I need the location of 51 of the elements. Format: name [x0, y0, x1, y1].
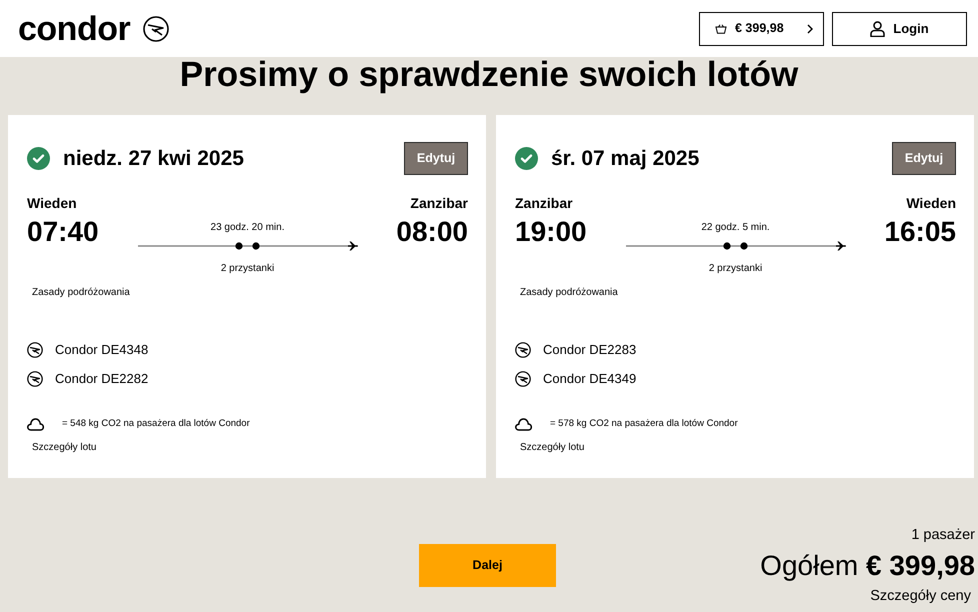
airline-logo-icon	[27, 342, 43, 358]
stop-dot-icon	[234, 242, 242, 250]
flight-date: niedz. 27 kwi 2025	[63, 148, 244, 169]
arrival-time: 08:00	[395, 217, 468, 247]
departure-time: 19:00	[515, 217, 588, 247]
edit-button[interactable]: Edytuj	[404, 142, 468, 175]
continue-button[interactable]: Dalej	[419, 544, 556, 587]
origin-city: Wieden	[27, 195, 78, 211]
stops-count: 2 przystanki	[708, 262, 764, 275]
stop-dot-icon	[252, 242, 260, 250]
login-button[interactable]: Login	[832, 12, 967, 46]
flight-details-link[interactable]: Szczegóły lotu	[32, 441, 96, 455]
stop-dot-icon	[722, 242, 730, 250]
cart-total: € 399,98	[735, 20, 785, 38]
cloud-icon	[27, 418, 44, 430]
basket-icon	[715, 24, 727, 34]
co2-emission-text: = 578 kg CO2 na pasażera dla lotów Condor	[550, 417, 738, 431]
travel-rules-link[interactable]: Zasady podróżowania	[32, 286, 130, 299]
flight-duration: 22 godz. 5 min.	[700, 221, 771, 234]
airline-logo-icon	[515, 342, 531, 358]
price-details-link[interactable]: Szczegóły ceny	[760, 587, 975, 605]
plane-icon	[348, 242, 358, 250]
flight-number: Condor DE4348	[54, 341, 148, 359]
plane-icon	[836, 242, 846, 250]
flight-number: Condor DE2283	[542, 341, 636, 359]
chevron-right-icon	[807, 24, 813, 34]
stop-dot-icon	[740, 242, 748, 250]
airline-logo-icon	[27, 371, 43, 387]
flight-number: Condor DE2282	[54, 370, 148, 388]
total-price: Ogółem € 399,98	[760, 549, 975, 583]
cloud-icon	[515, 418, 532, 430]
destination-city: Zanzibar	[409, 195, 468, 211]
flight-duration: 23 godz. 20 min.	[210, 221, 286, 234]
edit-button[interactable]: Edytuj	[892, 142, 956, 175]
logo-wordmark: condor	[18, 12, 130, 46]
origin-city: Zanzibar	[515, 195, 574, 211]
flight-number: Condor DE4349	[542, 370, 636, 388]
arrival-time: 16:05	[883, 217, 956, 247]
logo-icon	[143, 16, 170, 42]
flight-details-link[interactable]: Szczegóły lotu	[520, 441, 584, 455]
airline-logo-icon	[515, 371, 531, 387]
destination-city: Wieden	[905, 195, 956, 211]
passenger-count: 1 pasażer	[910, 526, 975, 544]
co2-emission-text: = 548 kg CO2 na pasażera dla lotów Condor	[62, 417, 250, 431]
page-title: Prosimy o sprawdzenie swoich lotów	[178, 57, 800, 93]
cart-button[interactable]: € 399,98	[699, 12, 824, 46]
stops-count: 2 przystanki	[220, 262, 276, 275]
departure-time: 07:40	[27, 217, 100, 247]
flight-date: śr. 07 maj 2025	[551, 148, 700, 169]
travel-rules-link[interactable]: Zasady podróżowania	[520, 286, 618, 299]
user-icon	[870, 20, 886, 36]
